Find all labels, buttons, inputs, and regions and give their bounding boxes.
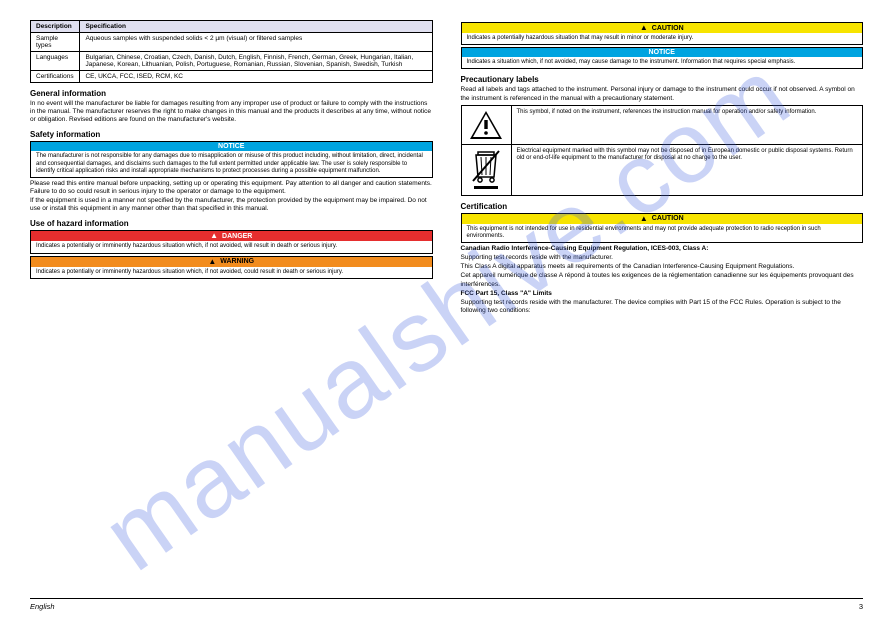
danger-header: ▲ DANGER	[31, 231, 432, 241]
warning-box: ▲ WARNING Indicates a potentially or imm…	[30, 256, 433, 279]
paragraph: Read all labels and tags attached to the…	[461, 86, 864, 102]
paragraph: This Class A digital apparatus meets all…	[461, 263, 864, 271]
spec-cell: Aqueous samples with suspended solids < …	[80, 33, 432, 52]
table-header-row: Description Specification	[31, 21, 433, 33]
spec-cell: Certifications	[31, 71, 80, 83]
page-content: Description Specification Sample types A…	[0, 0, 893, 316]
table-row: This symbol, if noted on the instrument,…	[461, 105, 863, 144]
spec-header-description: Description	[31, 21, 80, 33]
warning-triangle-icon: ▲	[208, 258, 216, 266]
danger-box: ▲ DANGER Indicates a potentially or immi…	[30, 230, 433, 253]
notice-header: NOTICE	[462, 48, 863, 57]
notice-body: The manufacturer is not responsible for …	[31, 151, 432, 177]
warning-header: ▲ WARNING	[31, 257, 432, 267]
spec-cell: Sample types	[31, 33, 80, 52]
precautionary-labels-table: This symbol, if noted on the instrument,…	[461, 105, 864, 196]
table-row: Sample types Aqueous samples with suspen…	[31, 33, 433, 52]
heading-safety-info: Safety information	[30, 130, 433, 139]
paragraph: Supporting test records reside with the …	[461, 254, 864, 262]
label-description: This symbol, if noted on the instrument,…	[511, 105, 863, 144]
spec-cell: Languages	[31, 52, 80, 71]
label-description: Electrical equipment marked with this sy…	[511, 144, 863, 195]
danger-body: Indicates a potentially or imminently ha…	[31, 241, 432, 252]
notice-header: NOTICE	[31, 142, 432, 151]
spec-cell: CE, UKCA, FCC, ISED, RCM, KC	[80, 71, 432, 83]
caution-box: ▲ CAUTION Indicates a potentially hazard…	[461, 22, 864, 45]
paragraph: If the equipment is used in a manner not…	[30, 197, 433, 213]
table-row: Languages Bulgarian, Chinese, Croatian, …	[31, 52, 433, 71]
left-column: Description Specification Sample types A…	[30, 20, 433, 316]
right-column: ▲ CAUTION Indicates a potentially hazard…	[461, 20, 864, 316]
caution-label: CAUTION	[652, 215, 684, 222]
caution-header: ▲ CAUTION	[462, 23, 863, 33]
heading-certification: Certification	[461, 202, 864, 211]
footer-page-number: 3	[859, 602, 863, 611]
heading-general-info: General information	[30, 89, 433, 98]
weee-bin-icon	[469, 149, 503, 191]
paragraph: Please read this entire manual before un…	[30, 180, 433, 196]
table-row: Electrical equipment marked with this sy…	[461, 144, 863, 195]
heading-hazard-info: Use of hazard information	[30, 219, 433, 228]
warning-triangle-icon: ▲	[640, 215, 648, 223]
heading-precautionary-labels: Precautionary labels	[461, 75, 864, 84]
danger-label: DANGER	[222, 233, 252, 240]
warning-triangle-icon: ▲	[640, 24, 648, 32]
notice-box: NOTICE Indicates a situation which, if n…	[461, 47, 864, 69]
spec-header-specification: Specification	[80, 21, 432, 33]
warning-symbol-cell	[461, 105, 511, 144]
specifications-table: Description Specification Sample types A…	[30, 20, 433, 83]
warning-body: Indicates a potentially or imminently ha…	[31, 267, 432, 278]
paragraph: Cet appareil numérique de classe A répon…	[461, 272, 864, 288]
notice-box: NOTICE The manufacturer is not responsib…	[30, 141, 433, 178]
warning-triangle-icon: ▲	[210, 232, 218, 240]
paragraph: In no event will the manufacturer be lia…	[30, 100, 433, 124]
caution-header: ▲ CAUTION	[462, 214, 863, 224]
warning-label: WARNING	[220, 258, 254, 265]
notice-body: Indicates a situation which, if not avoi…	[462, 57, 863, 68]
caution-box: ▲ CAUTION This equipment is not intended…	[461, 213, 864, 243]
weee-symbol-cell	[461, 144, 511, 195]
paragraph-bold: Canadian Radio Interference-Causing Equi…	[461, 245, 864, 253]
page-footer: English 3	[30, 598, 863, 611]
exclamation-triangle-icon	[469, 110, 503, 140]
table-row: Certifications CE, UKCA, FCC, ISED, RCM,…	[31, 71, 433, 83]
caution-body: Indicates a potentially hazardous situat…	[462, 33, 863, 44]
caution-body: This equipment is not intended for use i…	[462, 224, 863, 242]
paragraph: Supporting test records reside with the …	[461, 299, 864, 315]
paragraph-bold: FCC Part 15, Class "A" Limits	[461, 290, 864, 298]
caution-label: CAUTION	[652, 25, 684, 32]
footer-language: English	[30, 602, 55, 611]
spec-cell: Bulgarian, Chinese, Croatian, Czech, Dan…	[80, 52, 432, 71]
